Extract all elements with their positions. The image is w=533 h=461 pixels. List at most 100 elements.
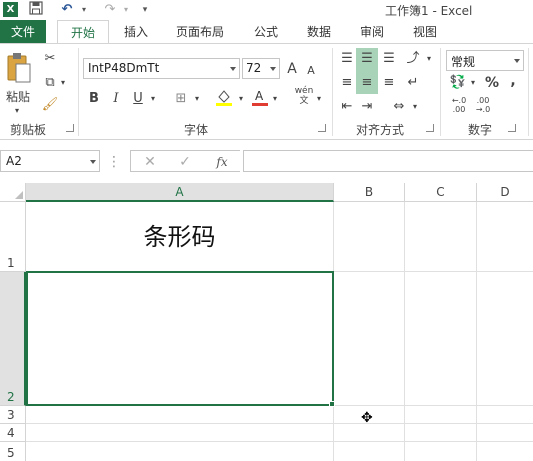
number-group-label: 数字 bbox=[467, 123, 492, 137]
row-header-2[interactable]: 2 bbox=[0, 272, 26, 406]
clipboard-group-label: 剪贴板 bbox=[9, 123, 46, 137]
cancel-icon[interactable]: ✕ bbox=[135, 152, 165, 172]
font-name-value: IntP48DmTt bbox=[88, 61, 160, 75]
ribbon-tabs: 文件 开始 插入 页面布局 公式 数据 审阅 视图 bbox=[0, 20, 533, 45]
orientation-icon[interactable]: ⤴ bbox=[404, 50, 422, 68]
column-header-d[interactable]: D bbox=[477, 183, 533, 202]
formula-input[interactable] bbox=[243, 150, 533, 172]
fill-handle[interactable] bbox=[329, 401, 335, 407]
name-box-value: A2 bbox=[6, 154, 22, 168]
tab-insert[interactable]: 插入 bbox=[116, 20, 156, 44]
bold-button[interactable]: B bbox=[86, 90, 102, 108]
save-icon[interactable] bbox=[26, 1, 46, 19]
copy-dropdown-icon[interactable]: ▾ bbox=[58, 74, 68, 92]
font-size-value: 72 bbox=[246, 61, 262, 75]
group-divider bbox=[440, 48, 441, 136]
accounting-format-icon[interactable]: 💱 bbox=[448, 74, 468, 92]
tab-data[interactable]: 数据 bbox=[299, 20, 339, 44]
underline-button[interactable]: U bbox=[130, 90, 146, 108]
wrap-text-icon[interactable]: ↵ bbox=[404, 74, 422, 92]
alignment-launcher-icon[interactable] bbox=[426, 124, 434, 132]
increase-indent-icon[interactable]: ⇥ bbox=[358, 98, 376, 116]
paste-dropdown-icon[interactable]: ▾ bbox=[10, 102, 24, 120]
cell-a2-selection[interactable] bbox=[26, 271, 334, 406]
redo-dropdown-icon[interactable]: ▾ bbox=[121, 1, 131, 19]
title-bar: X ↶ ▾ ↷ ▾ ▾ 工作簿1 - Excel bbox=[0, 0, 533, 20]
row-header-3[interactable]: 3 bbox=[0, 406, 26, 424]
increase-decimal-bottom: .00 bbox=[452, 105, 466, 114]
font-color-dropdown-icon[interactable]: ▾ bbox=[270, 90, 280, 108]
clipboard-launcher-icon[interactable] bbox=[66, 124, 74, 132]
font-name-select[interactable]: IntP48DmTt bbox=[83, 58, 240, 79]
group-divider bbox=[332, 48, 333, 136]
align-middle-icon[interactable]: ☰ bbox=[358, 50, 376, 68]
select-all-button[interactable] bbox=[0, 183, 26, 202]
enter-icon[interactable]: ✓ bbox=[170, 152, 200, 172]
customize-toolbar-icon[interactable]: ▾ bbox=[138, 1, 152, 19]
formula-bar: A2 ⋮ ✕ ✓ fx bbox=[0, 148, 533, 175]
decrease-decimal-top: .00 bbox=[476, 96, 490, 105]
undo-icon[interactable]: ↶ bbox=[56, 1, 78, 19]
group-divider bbox=[528, 48, 529, 136]
grow-font-button[interactable]: A bbox=[284, 60, 300, 78]
orientation-dropdown-icon[interactable]: ▾ bbox=[424, 50, 434, 68]
column-header-c[interactable]: C bbox=[405, 183, 477, 202]
name-box-dropdown-icon[interactable] bbox=[90, 160, 96, 164]
font-color-icon[interactable]: A bbox=[250, 88, 270, 112]
tab-file[interactable]: 文件 bbox=[0, 20, 46, 44]
insert-function-icon[interactable]: fx bbox=[207, 152, 237, 172]
merge-center-icon[interactable]: ⇔ bbox=[390, 98, 408, 116]
fill-color-icon[interactable] bbox=[214, 88, 234, 112]
font-size-dropdown-icon[interactable] bbox=[270, 67, 276, 71]
tab-review[interactable]: 审阅 bbox=[352, 20, 392, 44]
row-header-1[interactable]: 1 bbox=[0, 202, 26, 272]
phonetic-dropdown-icon[interactable]: ▾ bbox=[314, 90, 324, 108]
align-left-icon[interactable]: ≡ bbox=[338, 74, 356, 92]
font-launcher-icon[interactable] bbox=[318, 124, 326, 132]
tab-page-layout[interactable]: 页面布局 bbox=[168, 20, 232, 44]
cell-a1[interactable]: 条形码 bbox=[26, 202, 333, 272]
percent-button[interactable]: % bbox=[484, 74, 500, 92]
shrink-font-button[interactable]: A bbox=[304, 62, 318, 80]
borders-dropdown-icon[interactable]: ▾ bbox=[192, 90, 202, 108]
decrease-indent-icon[interactable]: ⇤ bbox=[338, 98, 356, 116]
fill-color-dropdown-icon[interactable]: ▾ bbox=[236, 90, 246, 108]
column-header-a[interactable]: A bbox=[26, 183, 334, 202]
borders-icon[interactable]: ⊞ bbox=[172, 90, 190, 108]
mouse-cursor-icon: ✥ bbox=[361, 410, 373, 426]
name-box[interactable]: A2 bbox=[0, 150, 100, 172]
align-bottom-icon[interactable]: ☰ bbox=[380, 50, 398, 68]
row-header-4[interactable]: 4 bbox=[0, 424, 26, 442]
format-painter-icon[interactable]: 🖌 bbox=[40, 96, 60, 114]
svg-text:A: A bbox=[255, 89, 264, 103]
merge-dropdown-icon[interactable]: ▾ bbox=[410, 98, 420, 116]
number-format-select[interactable]: 常规 bbox=[446, 50, 524, 71]
tab-home[interactable]: 开始 bbox=[57, 20, 109, 45]
excel-logo-icon: X bbox=[3, 2, 18, 17]
align-right-icon[interactable]: ≡ bbox=[380, 74, 398, 92]
number-format-dropdown-icon[interactable] bbox=[514, 59, 520, 63]
accounting-dropdown-icon[interactable]: ▾ bbox=[468, 74, 478, 92]
gridline bbox=[26, 441, 533, 442]
font-name-dropdown-icon[interactable] bbox=[230, 67, 236, 71]
underline-dropdown-icon[interactable]: ▾ bbox=[148, 90, 158, 108]
comma-style-button[interactable]: , bbox=[507, 72, 519, 90]
italic-button[interactable]: I bbox=[108, 90, 124, 108]
undo-dropdown-icon[interactable]: ▾ bbox=[79, 1, 89, 19]
increase-decimal-button[interactable]: ←.0 .00 bbox=[448, 96, 470, 114]
tab-view[interactable]: 视图 bbox=[405, 20, 445, 44]
align-center-icon[interactable]: ≡ bbox=[358, 74, 376, 92]
excel-window: X ↶ ▾ ↷ ▾ ▾ 工作簿1 - Excel 文件 开始 插入 页面布局 公… bbox=[0, 0, 533, 461]
copy-icon[interactable]: ⧉ bbox=[40, 74, 60, 92]
font-size-select[interactable]: 72 bbox=[242, 58, 280, 79]
paste-icon[interactable] bbox=[5, 52, 33, 92]
decrease-decimal-button[interactable]: .00 →.0 bbox=[472, 96, 494, 114]
number-launcher-icon[interactable] bbox=[508, 124, 516, 132]
column-header-b[interactable]: B bbox=[334, 183, 405, 202]
row-header-5[interactable]: 5 bbox=[0, 442, 26, 461]
tab-formulas[interactable]: 公式 bbox=[246, 20, 286, 44]
align-top-icon[interactable]: ☰ bbox=[338, 50, 356, 68]
font-group-label: 字体 bbox=[183, 123, 208, 137]
redo-icon[interactable]: ↷ bbox=[99, 1, 121, 19]
cut-icon[interactable]: ✂ bbox=[40, 50, 60, 68]
